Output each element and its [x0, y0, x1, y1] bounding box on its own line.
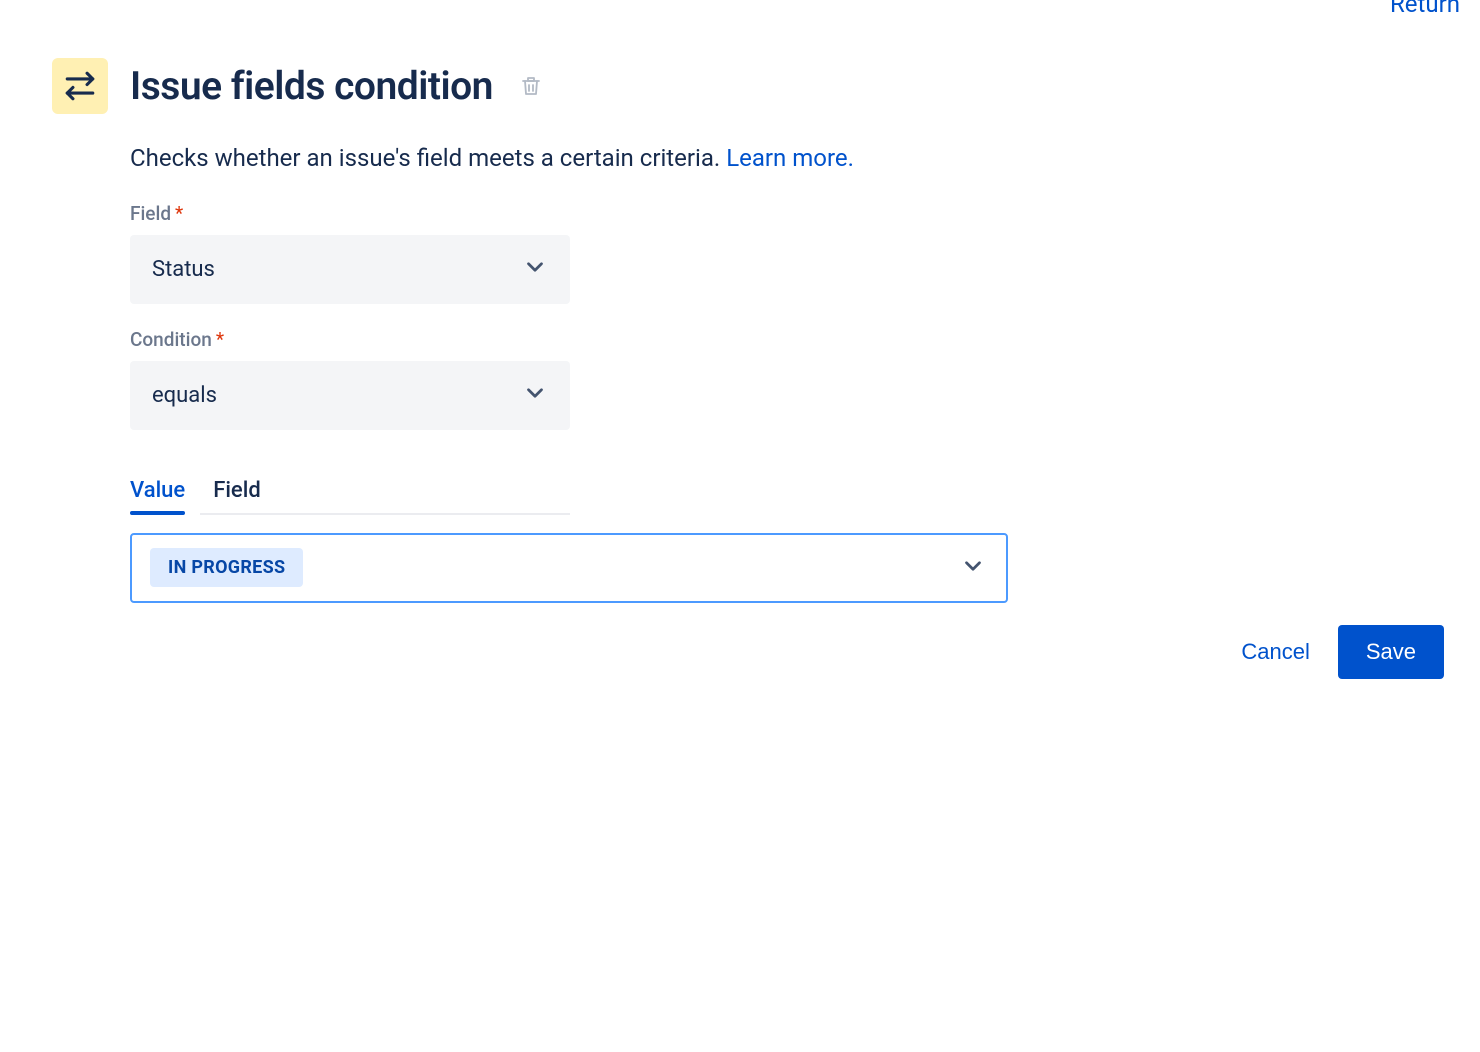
chevron-down-icon	[960, 553, 986, 583]
learn-more-link[interactable]: Learn more.	[726, 144, 854, 172]
header-row: Issue fields condition	[52, 58, 1252, 114]
field-group-field: Field* Status	[130, 202, 1252, 304]
cancel-button[interactable]: Cancel	[1241, 639, 1309, 665]
status-lozenge-in-progress: IN PROGRESS	[150, 548, 303, 587]
value-field-tabs: Value Field	[130, 478, 570, 515]
required-asterisk: *	[175, 202, 183, 225]
delete-icon[interactable]	[519, 74, 543, 98]
save-button[interactable]: Save	[1338, 625, 1444, 679]
required-asterisk: *	[216, 328, 224, 351]
tab-value[interactable]: Value	[130, 478, 185, 503]
condition-select[interactable]: equals	[130, 361, 570, 430]
footer-actions: Cancel Save	[1241, 625, 1444, 679]
condition-icon	[52, 58, 108, 114]
tab-field[interactable]: Field	[213, 478, 261, 503]
chevron-down-icon	[522, 380, 548, 410]
chevron-down-icon	[522, 254, 548, 284]
condition-label: Condition*	[130, 328, 1252, 351]
return-link[interactable]: Return	[1390, 0, 1460, 18]
description: Checks whether an issue's field meets a …	[130, 142, 1252, 176]
condition-select-value: equals	[152, 383, 217, 408]
content-area: Checks whether an issue's field meets a …	[52, 142, 1252, 603]
field-label: Field*	[130, 202, 1252, 225]
field-select[interactable]: Status	[130, 235, 570, 304]
value-select[interactable]: IN PROGRESS	[130, 533, 1008, 603]
description-text: Checks whether an issue's field meets a …	[130, 144, 726, 172]
condition-label-text: Condition	[130, 328, 212, 351]
condition-config-panel: Issue fields condition Checks whether an…	[52, 58, 1252, 603]
field-group-condition: Condition* equals	[130, 328, 1252, 430]
page-title: Issue fields condition	[130, 63, 493, 109]
field-label-text: Field	[130, 202, 171, 225]
field-select-value: Status	[152, 257, 215, 282]
